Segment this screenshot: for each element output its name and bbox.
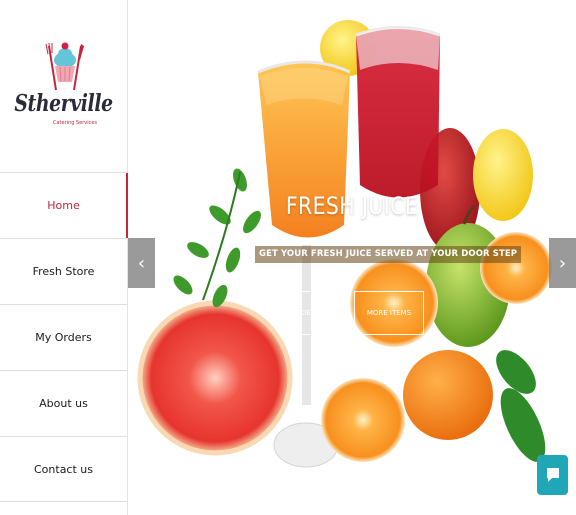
nav-item-my-orders[interactable]: My Orders (0, 304, 127, 370)
order-now-label: ORDER NOW (290, 309, 336, 317)
chevron-right-icon: › (558, 252, 567, 274)
hero-title: FRESH JUICE (285, 192, 419, 220)
chevron-left-icon: ‹ (137, 252, 146, 274)
nav-item-contact-us[interactable]: Contact us (0, 436, 127, 502)
chat-icon (546, 468, 559, 482)
brand-logo[interactable]: Stherville Catering Services (0, 0, 127, 172)
chat-button[interactable] (537, 455, 568, 495)
more-items-label: MORE ITEMS (366, 309, 412, 317)
main-nav: Home Fresh Store My Orders About us Cont… (0, 172, 128, 502)
nav-item-label: About us (39, 397, 88, 410)
nav-item-label: Contact us (34, 462, 93, 476)
nav-item-label: My Orders (35, 331, 92, 344)
nav-item-about-us[interactable]: About us (0, 370, 127, 436)
cupcake-icon (45, 42, 84, 91)
hero-slider: FRESH JUICE GET YOUR FRESH JUICE SERVED … (128, 0, 576, 515)
nav-item-fresh-store[interactable]: Fresh Store (0, 238, 127, 304)
more-items-button[interactable]: MORE ITEMS (354, 291, 424, 335)
nav-item-label: Fresh Store (32, 265, 95, 278)
brand-tagline: Catering Services (53, 120, 98, 126)
brand-name: Stherville (14, 90, 113, 117)
hero-subtitle: GET YOUR FRESH JUICE SERVED AT YOUR DOOR… (255, 246, 522, 263)
nav-item-label: Home (47, 199, 80, 212)
order-now-button[interactable]: ORDER NOW (279, 291, 347, 335)
slider-next-button[interactable]: › (549, 238, 576, 288)
nav-item-home[interactable]: Home (0, 172, 128, 238)
slider-prev-button[interactable]: ‹ (128, 238, 155, 288)
sidebar: Stherville Catering Services Home Fresh … (0, 0, 128, 515)
